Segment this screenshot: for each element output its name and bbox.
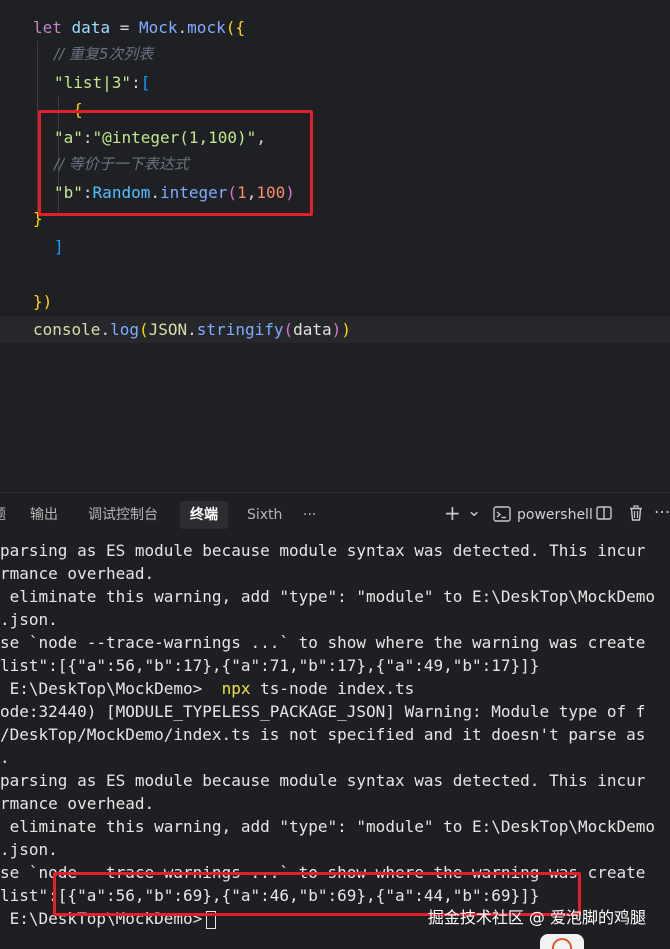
watermark: 掘金技术社区 @ 爱泡脚的鸡腿 — [427, 908, 646, 927]
comment: // 重复5次列表 — [54, 45, 154, 63]
code-line-12-current[interactable]: console.log(JSON.stringify(data)) — [0, 316, 670, 343]
terminal-line: rmance overhead. — [0, 794, 155, 813]
function-name: stringify — [196, 320, 284, 339]
terminal-line: list":[{"a":56,"b":17},{"a":71,"b":17},{… — [0, 656, 540, 675]
split-terminal-icon[interactable] — [596, 505, 612, 526]
bracket: ( — [138, 320, 149, 339]
tab-problems[interactable]: 题 — [0, 501, 16, 529]
bracket: ) — [341, 320, 351, 339]
property-key: "list|3" — [54, 73, 132, 92]
operator: : — [131, 73, 141, 92]
terminal-line: parsing as ES module because module synt… — [0, 771, 646, 790]
terminal-line: . — [0, 748, 10, 767]
panel-tab-bar: 题 输出 调试控制台 终端 Sixth ··· + ⌄ powershell ·… — [0, 492, 670, 537]
terminal-line: /DeskTop/MockDemo/index.ts is not specif… — [0, 725, 646, 744]
terminal-line: .json. — [0, 610, 58, 629]
tab-more[interactable]: ··· — [293, 501, 326, 529]
code-line-2[interactable]: // 重复5次列表 — [0, 41, 670, 68]
operator: . — [187, 320, 197, 339]
operator: = — [119, 18, 130, 37]
code-line-11[interactable]: }) — [0, 288, 670, 315]
command-args: ts-node index.ts — [260, 679, 415, 698]
tab-output[interactable]: 输出 — [20, 501, 68, 529]
operator: . — [177, 18, 188, 37]
identifier: data — [293, 320, 332, 339]
chevron-down-icon[interactable]: ⌄ — [467, 501, 481, 521]
code-line-3[interactable]: "list|3":[ — [0, 69, 670, 96]
add-terminal-icon[interactable]: + — [444, 503, 461, 523]
terminal-line: parsing as ES module because module synt… — [0, 541, 646, 560]
function-name: log — [110, 320, 139, 339]
tab-terminal[interactable]: 终端 — [180, 501, 228, 529]
identifier: JSON — [148, 320, 188, 339]
bracket: ({ — [225, 18, 245, 37]
bracket: ( — [283, 320, 294, 339]
terminal-line: eliminate this warning, add "type": "mod… — [0, 587, 656, 606]
function-name: mock — [187, 18, 226, 37]
identifier: Mock — [139, 18, 178, 37]
terminal-line: eliminate this warning, add "type": "mod… — [0, 817, 656, 836]
tab-debug-console[interactable]: 调试控制台 — [78, 501, 168, 529]
identifier: console — [33, 320, 101, 339]
shell-name[interactable]: powershell — [517, 501, 593, 529]
terminal-line: .json. — [0, 840, 58, 859]
operator: . — [100, 320, 111, 339]
code-line-1[interactable]: let data = Mock.mock({ — [0, 14, 670, 41]
annotation-box-code — [38, 110, 313, 216]
identifier: data — [71, 18, 111, 37]
more-actions-icon[interactable]: ··· — [654, 503, 670, 523]
prompt-text: E:\DeskTop\MockDemo> — [0, 679, 203, 698]
terminal-line: ode:32440) [MODULE_TYPELESS_PACKAGE_JSON… — [0, 702, 646, 721]
code-editor[interactable]: let data = Mock.mock({ // 重复5次列表 "list|3… — [0, 0, 670, 487]
bracket: ] — [54, 237, 64, 256]
terminal-icon — [493, 505, 511, 528]
keyword: let — [33, 18, 62, 37]
terminal-line: rmance overhead. — [0, 564, 155, 583]
trash-icon[interactable] — [628, 505, 644, 526]
juejin-logo-icon — [540, 934, 584, 949]
bracket: ) — [331, 320, 342, 339]
code-line-9[interactable]: ] — [0, 233, 670, 260]
command-name: npx — [221, 679, 251, 698]
terminal-prompt-line: E:\DeskTop\MockDemo> npx ts-node index.t… — [0, 677, 415, 700]
terminal-line: se `node --trace-warnings ...` to show w… — [0, 633, 646, 652]
tab-sixth[interactable]: Sixth — [237, 501, 292, 529]
bracket: }) — [33, 292, 53, 311]
bracket: [ — [140, 73, 151, 92]
